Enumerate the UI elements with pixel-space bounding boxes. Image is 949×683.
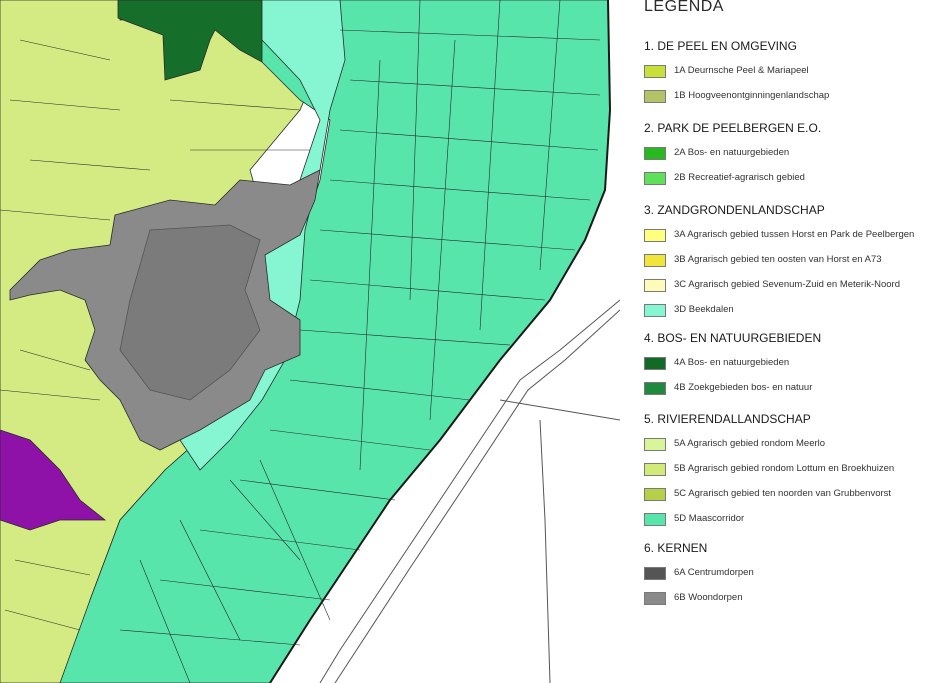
legend-swatch	[644, 567, 666, 580]
map-canvas[interactable]	[0, 0, 620, 683]
legend-item: 2A Bos- en natuurgebieden	[644, 145, 821, 161]
legend-swatch	[644, 513, 666, 526]
legend-swatch	[644, 382, 666, 395]
legend-section-title: 1. DE PEEL EN OMGEVING	[644, 39, 797, 53]
legend-title: LEGENDA	[644, 0, 724, 15]
legend-item: 2B Recreatief-agrarisch gebied	[644, 170, 821, 186]
legend-swatch	[644, 229, 666, 242]
legend-item-label: 6A Centrumdorpen	[674, 567, 754, 578]
legend-item: 3A Agrarisch gebied tussen Horst en Park…	[644, 227, 914, 243]
legend-item: 6B Woondorpen	[644, 590, 743, 606]
legend-section: 6. KERNEN 6A Centrumdorpen 6B Woondorpen	[644, 540, 754, 615]
map-svg	[0, 0, 620, 683]
legend-item-label: 3C Agrarisch gebied Sevenum-Zuid en Mete…	[674, 279, 900, 290]
legend-item-label: 1B Hoogveenontginningenlandschap	[674, 90, 830, 101]
legend-section-title: 6. KERNEN	[644, 541, 708, 555]
legend-item-label: 3D Beekdalen	[674, 304, 734, 315]
legend-item-label: 5B Agrarisch gebied rondom Lottum en Bro…	[674, 463, 895, 474]
legend-item-label: 5A Agrarisch gebied rondom Meerlo	[674, 438, 826, 449]
legend-section: 3. ZANDGRONDENLANDSCHAP 3A Agrarisch gebi…	[644, 202, 914, 327]
legend-item: 5B Agrarisch gebied rondom Lottum en Bro…	[644, 461, 894, 477]
legend-swatch	[644, 279, 666, 292]
legend-item: 4B Zoekgebieden bos- en natuur	[644, 380, 821, 396]
legend-item: 3B Agrarisch gebied ten oosten van Horst…	[644, 252, 882, 268]
legend-item-label: 3B Agrarisch gebied ten oosten van Horst…	[674, 254, 882, 265]
legend-section-title: 4. BOS- EN NATUURGEBIEDEN	[644, 331, 822, 345]
legend-item-label: 3A Agrarisch gebied tussen Horst en Park…	[674, 229, 915, 240]
legend-item-label: 5C Agrarisch gebied ten noorden van Grub…	[674, 488, 892, 499]
legend-swatch	[644, 65, 666, 78]
legend-swatch	[644, 90, 666, 103]
legend-panel: LEGENDA 1. DE PEEL EN OMGEVING 1A Deurnsc…	[628, 0, 946, 683]
legend-item-label: 6B Woondorpen	[674, 592, 743, 603]
legend-swatch	[644, 488, 666, 501]
legend-item: 5C Agrarisch gebied ten noorden van Grub…	[644, 486, 891, 502]
legend-swatch	[644, 357, 666, 370]
legend-swatch	[644, 304, 666, 317]
legend-swatch	[644, 592, 666, 605]
legend-item: 6A Centrumdorpen	[644, 565, 754, 581]
legend-item-label: 5D Maascorridor	[674, 513, 745, 524]
legend-item: 3C Agrarisch gebied Sevenum-Zuid en Mete…	[644, 277, 900, 293]
legend-item: 1A Deurnsche Peel & Mariapeel	[644, 63, 809, 79]
legend-section-title: 5. RIVIERENDALLANDSCHAP	[644, 412, 811, 426]
legend-swatch	[644, 147, 666, 160]
legend-swatch	[644, 438, 666, 451]
legend-swatch	[644, 463, 666, 476]
legend-item: 4A Bos- en natuurgebieden	[644, 355, 821, 371]
legend-item-label: 1A Deurnsche Peel & Mariapeel	[674, 65, 809, 76]
legend-section: 5. RIVIERENDALLANDSCHAP 5A Agrarisch gebi…	[644, 411, 894, 536]
legend-item-label: 4B Zoekgebieden bos- en natuur	[674, 382, 813, 393]
legend-section: 4. BOS- EN NATUURGEBIEDEN 4A Bos- en natu…	[644, 330, 821, 405]
legend-section-title: 3. ZANDGRONDENLANDSCHAP	[644, 203, 825, 217]
legend-item-label: 2A Bos- en natuurgebieden	[674, 147, 790, 158]
legend-item: 5D Maascorridor	[644, 511, 811, 527]
legend-section-title: 2. PARK DE PEELBERGEN E.O.	[644, 121, 822, 135]
legend-swatch	[644, 254, 666, 267]
legend-item: 5A Agrarisch gebied rondom Meerlo	[644, 436, 825, 452]
legend-section: 1. DE PEEL EN OMGEVING 1A Deurnsche Peel …	[644, 38, 829, 113]
legend-item: 3D Beekdalen	[644, 302, 825, 318]
legend-section: 2. PARK DE PEELBERGEN E.O. 2A Bos- en nat…	[644, 120, 821, 195]
legend-item: 1B Hoogveenontginningenlandschap	[644, 88, 829, 104]
legend-swatch	[644, 172, 666, 185]
legend-item-label: 4A Bos- en natuurgebieden	[674, 357, 790, 368]
legend-item-label: 2B Recreatief-agrarisch gebied	[674, 172, 805, 183]
